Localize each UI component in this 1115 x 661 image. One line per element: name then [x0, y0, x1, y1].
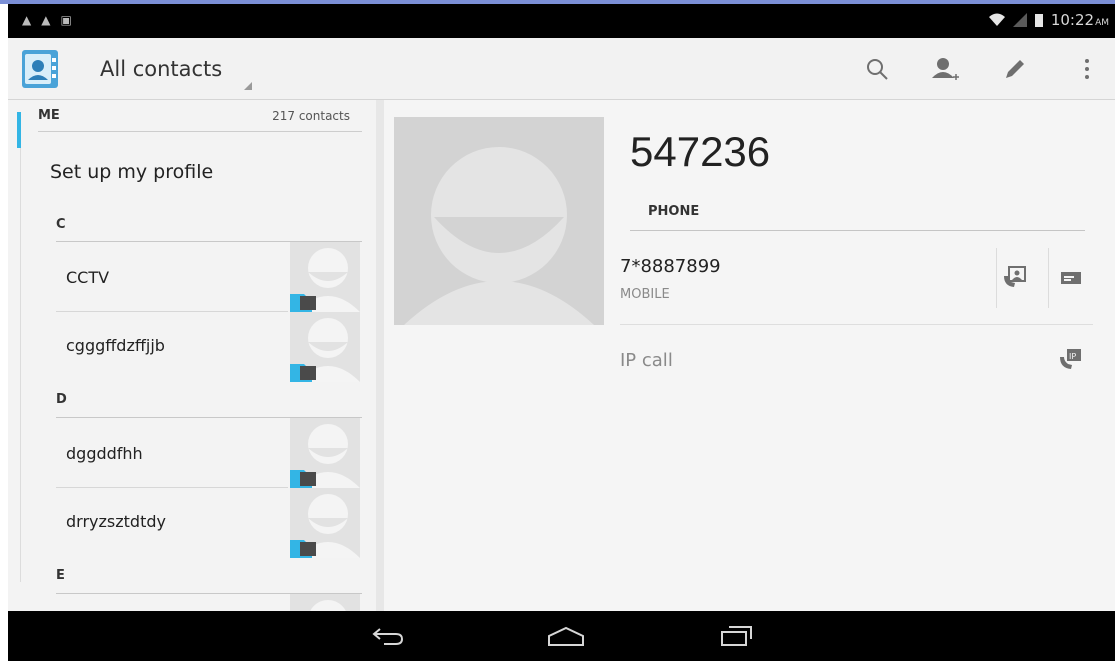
divider — [38, 131, 362, 132]
video-call-button[interactable] — [1000, 262, 1030, 292]
section-header-c: C — [56, 217, 66, 232]
warning-notification-icon: ▲ — [41, 13, 51, 27]
recent-apps-icon — [721, 626, 752, 646]
contact-avatar[interactable] — [290, 594, 360, 611]
action-bar: All contacts — [8, 38, 1115, 100]
system-icons: 10:22AM — [988, 11, 1109, 29]
contact-avatar[interactable] — [290, 418, 360, 488]
contact-detail-pane: 547236 PHONE 7*8887899 MOBILE IP call IP — [384, 100, 1115, 611]
contact-name: cgggffdzffjjb — [66, 336, 165, 355]
add-contact-button[interactable] — [929, 52, 963, 86]
contact-list-item[interactable]: dggddfhh — [38, 418, 362, 488]
search-button[interactable] — [860, 52, 894, 86]
contact-count: 217 contacts — [272, 109, 350, 123]
message-icon — [1061, 272, 1081, 284]
home-button[interactable] — [544, 619, 588, 653]
edit-icon — [1006, 60, 1024, 78]
contact-list-item[interactable]: drryzsztdtdy — [38, 488, 362, 558]
setup-profile-item[interactable]: Set up my profile — [50, 161, 213, 183]
scroll-thumb[interactable] — [17, 112, 21, 148]
signal-icon — [1012, 13, 1027, 27]
divider — [630, 230, 1085, 231]
phone-type-label: MOBILE — [620, 287, 670, 302]
pane-divider — [376, 100, 384, 611]
wifi-icon — [988, 13, 1005, 26]
navigation-bar — [8, 611, 1115, 661]
contacts-app-icon[interactable] — [22, 50, 58, 88]
notification-icons: ▲ ▲ ▣ — [22, 13, 72, 27]
status-bar: ▲ ▲ ▣ 10:22AM — [8, 4, 1115, 38]
contact-photo[interactable] — [394, 117, 604, 325]
screenshot-notification-icon: ▣ — [60, 13, 72, 27]
contact-list-item[interactable]: CCTV — [38, 242, 362, 312]
content-area: ME 217 contacts Set up my profile C CCTV — [8, 100, 1115, 611]
contact-avatar[interactable] — [290, 312, 360, 382]
contact-list-pane[interactable]: ME 217 contacts Set up my profile C CCTV — [8, 100, 376, 611]
spinner-indicator-icon — [244, 82, 252, 90]
screen: ▲ ▲ ▣ 10:22AM All contacts ME 217 contac… — [0, 0, 1115, 661]
contact-name: drryzsztdtdy — [66, 512, 166, 531]
send-message-button[interactable] — [1056, 262, 1086, 292]
section-header-e: E — [56, 568, 65, 583]
contact-name-title: 547236 — [630, 128, 771, 175]
section-header-d: D — [56, 392, 67, 407]
back-button[interactable] — [366, 619, 410, 653]
scroll-track — [20, 112, 21, 582]
battery-icon — [1034, 14, 1043, 27]
overflow-menu-icon — [1085, 59, 1089, 79]
ip-call-item[interactable]: IP call — [620, 350, 673, 371]
me-section-header: ME — [38, 108, 60, 123]
home-icon — [548, 626, 584, 646]
back-icon — [372, 628, 404, 645]
contact-list-item[interactable]: cgggffdzffjjb — [38, 312, 362, 382]
clock: 10:22AM — [1050, 11, 1109, 29]
add-contact-icon — [932, 58, 959, 80]
ip-call-icon: IP — [1060, 349, 1081, 369]
ip-call-button[interactable]: IP — [1056, 344, 1086, 374]
contact-avatar[interactable] — [290, 488, 360, 558]
phone-number[interactable]: 7*8887899 — [620, 256, 721, 277]
divider — [1048, 248, 1049, 308]
divider — [620, 324, 1093, 325]
lock-notification-icon: ▲ — [22, 13, 32, 27]
video-call-icon — [1004, 266, 1026, 287]
contact-name: CCTV — [66, 268, 110, 287]
contact-avatar[interactable] — [290, 242, 360, 312]
edit-button[interactable] — [998, 52, 1032, 86]
phone-section-header: PHONE — [648, 204, 700, 219]
search-icon — [867, 59, 888, 80]
svg-text:IP: IP — [1069, 352, 1076, 361]
page-title[interactable]: All contacts — [100, 57, 222, 81]
recent-apps-button[interactable] — [714, 619, 758, 653]
contact-name: dggddfhh — [66, 444, 143, 463]
divider — [996, 248, 997, 308]
overflow-menu-button[interactable] — [1070, 52, 1104, 86]
